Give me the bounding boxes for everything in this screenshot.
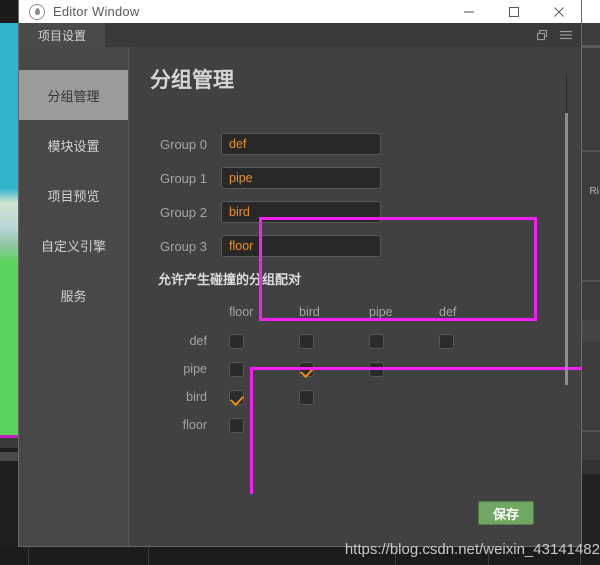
group-name-input-2[interactable]: bird [221,201,381,223]
sidebar: 分组管理 模块设置 项目预览 自定义引擎 服务 [19,47,129,546]
group-list: Group 0 def Group 1 pipe Group 2 bird Gr… [129,127,581,263]
matrix-row-label: floor [182,418,207,432]
matrix-cell [291,333,361,349]
sidebar-item-label: 分组管理 [47,88,100,104]
window-titlebar[interactable]: Editor Window [19,0,581,23]
group-label: Group 0 [160,136,207,152]
tab-project-settings[interactable]: 项目设置 [19,23,105,47]
collision-matrix: floor bird pipe def def pipe bird floor [129,297,581,439]
maximize-icon[interactable] [491,0,536,23]
matrix-cell [361,361,431,377]
group-row: Group 3 floor [129,229,581,263]
window-controls [446,0,581,23]
checkbox-pipe-bird[interactable] [299,361,314,377]
matrix-column-header-def: def [439,305,457,319]
matrix-cell [221,361,291,377]
watermark: https://blog.csdn.net/weixin_43141482 [344,541,600,558]
sidebar-item-project-preview[interactable]: 项目预览 [19,170,128,220]
matrix-cell [291,389,361,405]
content-scrollbar[interactable] [565,75,568,505]
matrix-row-floor: floor [129,411,581,439]
background-tick [28,547,29,565]
page-title: 分组管理 [150,69,234,92]
window-body: 分组管理 模块设置 项目预览 自定义引擎 服务 分组管理 Group 0 def… [19,47,581,546]
scrollbar-line [566,75,567,113]
group-name-input-3[interactable]: floor [221,235,381,257]
tab-label: 项目设置 [37,28,86,43]
checkbox-bird-bird[interactable] [299,389,314,405]
group-label: Group 2 [160,204,207,220]
scrollbar-thumb[interactable] [565,113,568,385]
matrix-header-row: floor bird pipe def [129,297,581,327]
sidebar-item-custom-engine[interactable]: 自定义引擎 [19,220,128,270]
droplet-logo-icon [29,3,45,20]
sidebar-item-label: 模块设置 [47,138,100,154]
group-row: Group 1 pipe [129,161,581,195]
content-panel: 分组管理 Group 0 def Group 1 pipe Group 2 bi… [129,47,581,546]
checkbox-def-bird[interactable] [299,333,314,349]
content-footer: 保存 [129,494,581,546]
editor-window: Editor Window 项目设置 分组管理 模块设置 项目预览 自定义引擎 … [18,0,582,547]
checkbox-bird-floor[interactable] [229,389,244,405]
matrix-row-label: def [189,334,207,348]
close-icon[interactable] [536,0,581,23]
checkbox-def-floor[interactable] [229,333,244,349]
background-right-text: Ri [589,186,599,197]
matrix-row-label: bird [186,390,207,404]
matrix-row-bird: bird [129,383,581,411]
matrix-cell [221,417,291,433]
group-label: Group 3 [160,238,207,254]
matrix-cell [221,333,291,349]
background-tick [148,547,149,565]
sidebar-item-label: 自定义引擎 [40,238,106,254]
save-button[interactable]: 保存 [478,501,534,525]
restore-window-icon[interactable] [536,29,549,42]
tab-bar: 项目设置 [19,23,581,47]
group-row: Group 0 def [129,127,581,161]
checkbox-def-def[interactable] [439,333,454,349]
matrix-cell [221,389,291,405]
matrix-cell [291,361,361,377]
sidebar-item-services[interactable]: 服务 [19,270,128,320]
matrix-column-header-bird: bird [299,305,320,319]
checkbox-pipe-floor[interactable] [229,361,244,377]
group-label: Group 1 [160,170,207,186]
group-name-input-0[interactable]: def [221,133,381,155]
checkbox-def-pipe[interactable] [369,333,384,349]
matrix-row-pipe: pipe [129,355,581,383]
matrix-cell [431,333,501,349]
checkbox-floor-floor[interactable] [229,417,244,433]
group-name-input-1[interactable]: pipe [221,167,381,189]
screenshot-root: Ri Editor Window 项目设置 分组管理 模块设置 项目预览 自定义… [0,0,600,565]
matrix-column-header-floor: floor [229,305,254,319]
matrix-column-header-pipe: pipe [369,305,393,319]
tab-bar-actions [536,23,577,47]
sidebar-item-label: 项目预览 [47,188,100,204]
sidebar-item-label: 服务 [60,288,87,304]
sidebar-item-module-settings[interactable]: 模块设置 [19,120,128,170]
group-row: Group 2 bird [129,195,581,229]
window-title: Editor Window [53,4,140,19]
checkbox-pipe-pipe[interactable] [369,361,384,377]
matrix-row-label: pipe [183,362,207,376]
collision-section-heading: 允许产生碰撞的分组配对 [158,272,302,287]
matrix-cell [361,333,431,349]
hamburger-menu-icon[interactable] [559,29,573,41]
sidebar-item-group-management[interactable]: 分组管理 [19,70,128,120]
minimize-icon[interactable] [446,0,491,23]
matrix-row-def: def [129,327,581,355]
